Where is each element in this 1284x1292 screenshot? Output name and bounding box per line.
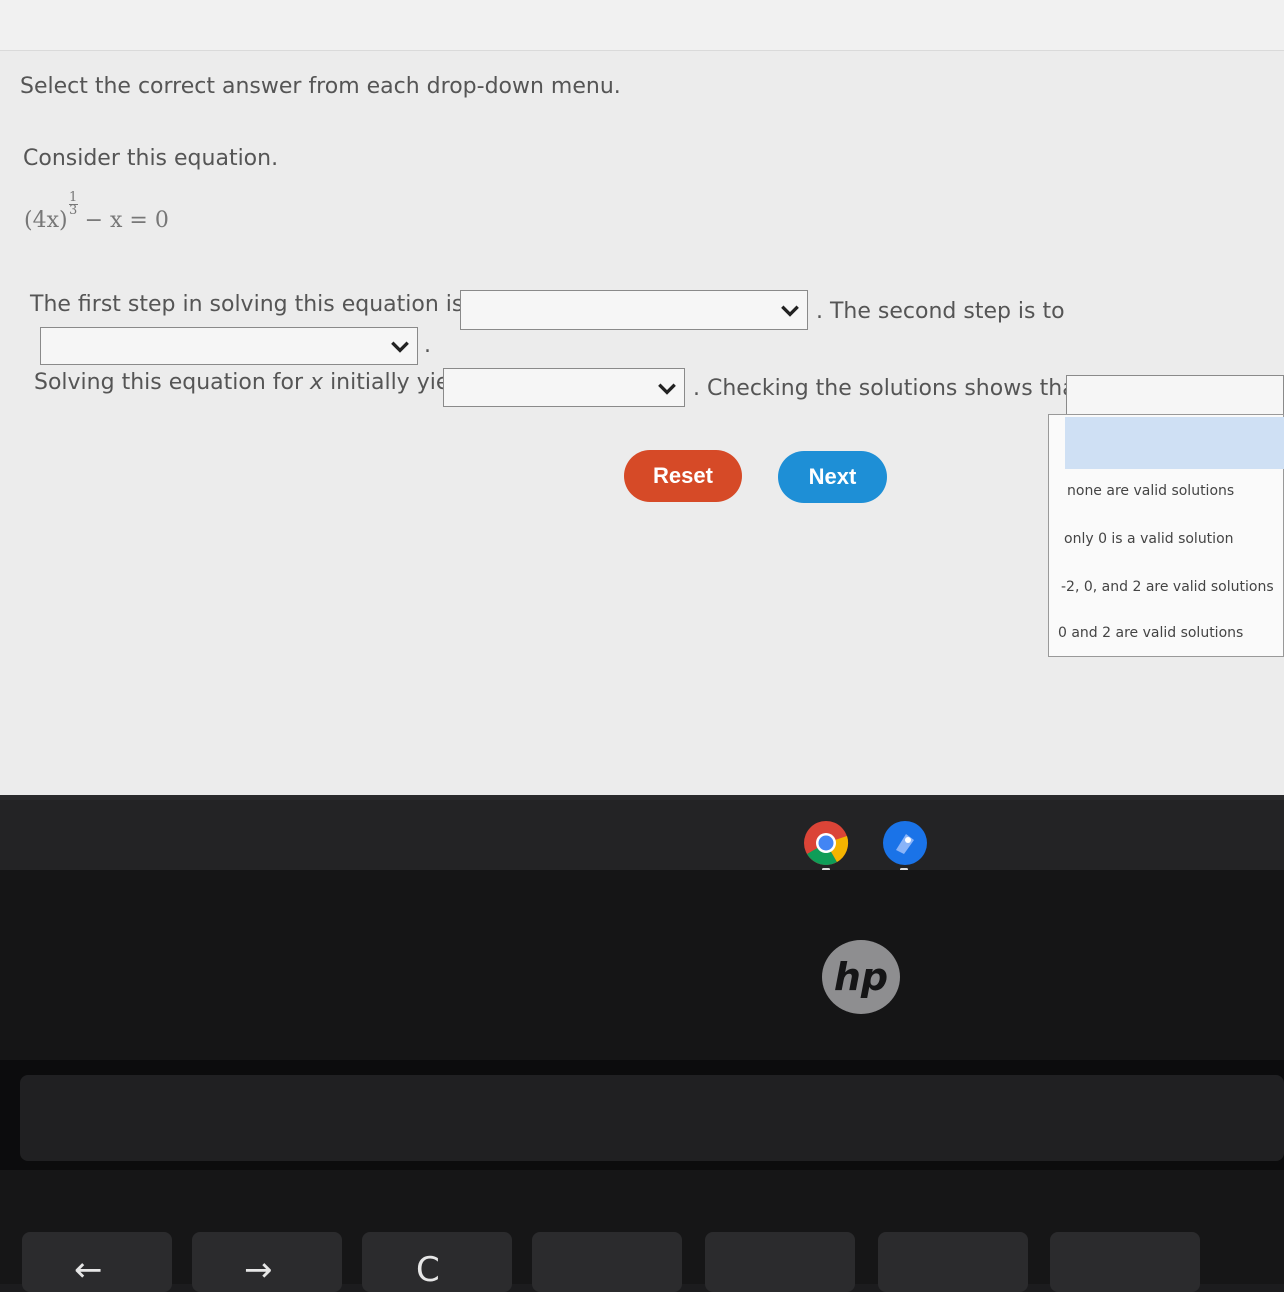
initial-yield-dropdown[interactable]: [443, 368, 685, 407]
instructions: Select the correct answer from each drop…: [20, 74, 621, 99]
chrome-icon[interactable]: [803, 820, 849, 866]
prompt-text: Consider this equation.: [23, 146, 279, 171]
equation: (4x)1 3 − x = 0: [24, 191, 169, 233]
brightness-down-key: [878, 1232, 1028, 1292]
dropdown-option[interactable]: -2, 0, and 2 are valid solutions: [1061, 579, 1274, 595]
back-arrow-icon: ←: [74, 1250, 103, 1290]
app-launcher-icon[interactable]: [882, 820, 928, 866]
taskbar: [0, 800, 1284, 871]
checking-label: . Checking the solutions shows that: [693, 376, 1085, 401]
equation-base: (4x): [24, 208, 68, 233]
dropdown-option[interactable]: none are valid solutions: [1067, 483, 1234, 499]
dropdown-options-list[interactable]: none are valid solutions only 0 is a val…: [1048, 414, 1284, 657]
overview-key: [705, 1232, 855, 1292]
chevron-down-icon: [391, 341, 409, 353]
sentence-period: .: [424, 333, 431, 358]
forward-arrow-icon: →: [244, 1250, 273, 1290]
first-step-dropdown[interactable]: [460, 290, 808, 330]
exponent-denominator: 3: [68, 203, 78, 218]
equation-rest: − x = 0: [84, 208, 169, 233]
top-bar: [0, 0, 1284, 51]
chevron-down-icon: [658, 383, 676, 395]
chevron-down-icon: [781, 305, 799, 317]
reset-button[interactable]: Reset: [624, 450, 742, 502]
next-button[interactable]: Next: [778, 451, 887, 503]
laptop-bezel: [0, 870, 1284, 1060]
first-step-label: The first step in solving this equation …: [30, 292, 493, 317]
screen: Select the correct answer from each drop…: [0, 0, 1284, 800]
refresh-icon: C: [416, 1250, 440, 1290]
second-step-dropdown[interactable]: [40, 327, 418, 365]
dropdown-option[interactable]: 0 and 2 are valid solutions: [1058, 625, 1243, 641]
hp-logo: hp: [822, 940, 900, 1014]
variable-x: x: [310, 370, 324, 395]
hinge-bar: [20, 1075, 1284, 1161]
second-step-label: . The second step is to: [816, 299, 1065, 324]
brightness-up-key: [1050, 1232, 1200, 1292]
exponent-fraction: 13: [68, 191, 78, 218]
solving-label: Solving this equation for x initially yi…: [34, 370, 481, 395]
hp-logo-text: hp: [833, 955, 889, 999]
dropdown-option[interactable]: only 0 is a valid solution: [1064, 531, 1234, 547]
checking-dropdown[interactable]: [1066, 375, 1284, 415]
fullscreen-key: [532, 1232, 682, 1292]
solving-label-text: Solving this equation for: [34, 370, 304, 395]
dropdown-highlighted-option[interactable]: [1065, 417, 1284, 469]
